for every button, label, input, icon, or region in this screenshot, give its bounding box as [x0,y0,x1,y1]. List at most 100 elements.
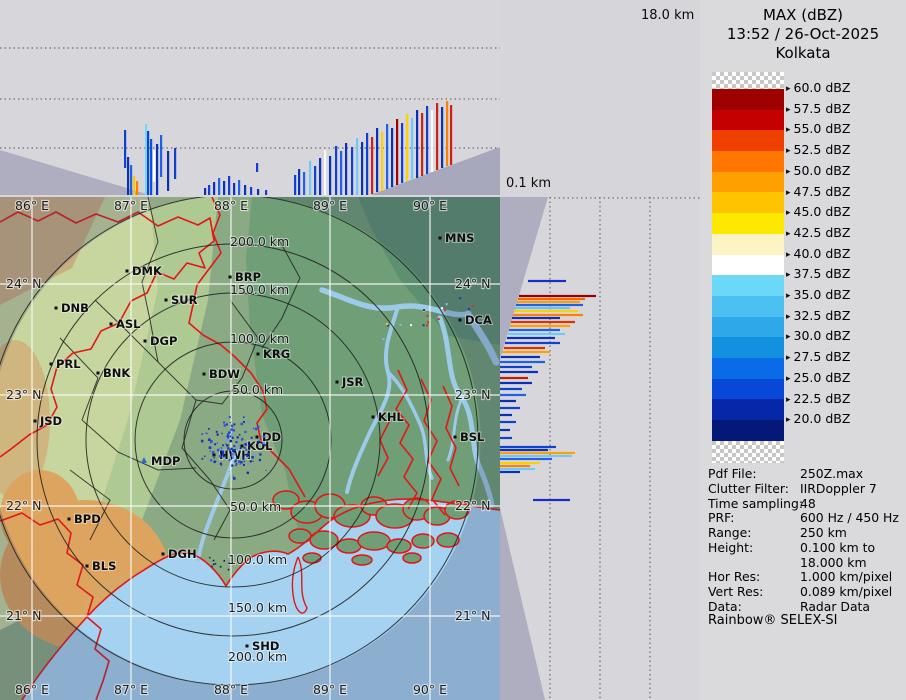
echo-dot [228,569,230,571]
legend-value-label: 32.5 dBZ [794,308,851,323]
lat-label-right: 21° N [455,608,490,623]
echo-dot [231,459,232,460]
legend-band [712,296,784,317]
echo-dot [468,308,470,310]
legend-value-label: 50.0 dBZ [794,163,851,178]
echo-dot [201,440,204,443]
profile-bar [500,446,556,448]
profile-bar [153,150,155,182]
echo-dot [255,428,257,430]
echo-dot [229,459,231,461]
profile-bar [150,139,152,195]
legend-tick-arrow-icon: ▸ [786,188,791,198]
legend-band [712,192,784,213]
lon-label-top: 89° E [313,198,347,213]
echo-dot [204,455,205,456]
profile-bar [391,128,393,187]
legend-band [712,317,784,338]
city-label: SUR [171,293,198,307]
city-dot [110,323,113,326]
echo-dot [233,429,235,431]
info-row-value: 600 Hz / 450 Hz [800,510,899,525]
lon-label-bottom: 89° E [313,682,347,697]
range-ring-label: 200.0 km [230,234,289,249]
city-dot [439,237,442,240]
legend-entry: ▸60.0 dBZ [786,80,850,95]
legend-entry: ▸20.0 dBZ [786,411,850,426]
echo-dot [383,338,385,340]
echo-dot [243,421,245,423]
info-row-label: Height: [708,540,800,555]
profile-bar [500,429,510,431]
profile-bar [265,190,267,195]
echo-dot [257,426,259,428]
legend-entry: ▸30.0 dBZ [786,328,850,343]
echo-dot [264,444,266,446]
echo-dot [228,471,229,472]
legend-tick-arrow-icon: ▸ [786,125,791,135]
profile-bar [386,124,388,189]
echo-dot [427,321,429,323]
profile-bar [145,124,147,195]
info-row-label: Range: [708,525,800,540]
legend-tick-arrow-icon: ▸ [786,84,791,94]
echo-dot [423,309,425,311]
echo-dot [199,448,200,449]
lon-label-top: 90° E [413,198,447,213]
legend-tick-arrow-icon: ▸ [786,374,791,384]
legend-tick-arrow-icon: ▸ [786,229,791,239]
profile-bar [401,123,403,183]
echo-dot [237,436,239,438]
echo-dot [208,428,210,430]
legend-band [712,234,784,255]
lon-label-top: 87° E [114,198,148,213]
info-row-label: Pdf File: [708,466,800,481]
city-label: JSD [39,414,62,428]
profile-bar [136,181,138,195]
profile-bar [223,181,225,195]
profile-bar [345,143,347,195]
profile-bar [500,449,548,451]
legend-color-bar [712,72,784,463]
city-dot [229,276,232,279]
city-dot [454,436,457,439]
height-scale-max-label: 18.0 km [641,8,694,23]
city-dot [68,518,71,521]
echo-dot [240,423,242,425]
lat-label-left: 21° N [6,608,41,623]
echo-dot [225,439,227,441]
profile-bar [238,180,240,195]
echo-dot [241,438,243,440]
legend-band [712,110,784,131]
legend-tick-arrow-icon: ▸ [786,332,791,342]
profile-bar [507,337,555,339]
city-label: DMK [132,264,163,278]
echo-dot [221,448,223,450]
legend-entry: ▸45.0 dBZ [786,204,850,219]
city-label: DNB [61,301,89,315]
legend-band-below-min [712,420,784,441]
echo-dot [210,442,211,443]
echo-dot [213,563,215,565]
city-dot [144,340,147,343]
profile-bar [124,130,126,168]
echo-dot [220,566,222,568]
profile-bar [376,128,378,192]
info-row: Height:0.100 km to [708,540,875,555]
info-row: Vert Res:0.089 km/pixel [708,584,892,599]
profile-bar [500,465,530,467]
echo-dot [446,303,448,305]
profile-bar [421,113,423,176]
legend-value-label: 22.5 dBZ [794,391,851,406]
echo-dot [233,477,236,480]
echo-dot [426,324,428,326]
legend-tick-arrow-icon: ▸ [786,250,791,260]
echo-dot [230,457,231,458]
city-dot [55,307,58,310]
range-ring-label: 50.0 km [232,382,283,397]
profile-bar [515,307,570,309]
info-row: Range:250 km [708,525,847,540]
echo-dot [410,324,412,326]
city-label: BLS [92,559,116,573]
profile-bar [502,351,550,353]
